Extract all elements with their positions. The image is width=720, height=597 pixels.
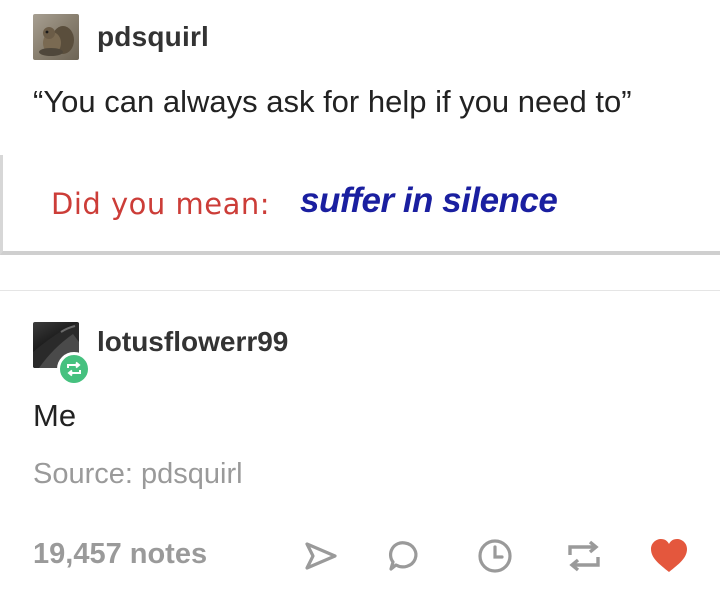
reply-icon [388,541,418,571]
share-button[interactable] [300,535,342,577]
did-you-mean-label: Did you mean: [51,187,271,221]
post-divider [0,290,720,291]
reblog-icon [568,540,600,572]
share-icon [305,542,337,570]
reblog-badge [57,352,91,386]
reblog-username[interactable]: lotusflowerr99 [97,326,288,358]
like-button[interactable] [648,535,690,577]
source-link[interactable]: Source: pdsquirl [33,458,243,491]
post-text: “You can always ask for help if you need… [33,84,632,119]
post-username[interactable]: pdsquirl [97,21,209,53]
squirrel-avatar-icon [39,26,74,56]
queue-button[interactable] [474,535,516,577]
reblog-badge-icon [67,361,81,377]
reblog-button[interactable] [563,535,605,577]
avatar-pdsquirl[interactable] [33,14,79,60]
search-suggestion-link: suffer in silence [300,181,558,220]
notes-count[interactable]: 19,457 notes [33,538,207,571]
clock-icon [478,539,512,573]
original-post-header: pdsquirl [33,14,209,60]
reply-button[interactable] [384,535,426,577]
heart-icon [651,539,687,572]
reblog-text: Me [33,398,77,433]
